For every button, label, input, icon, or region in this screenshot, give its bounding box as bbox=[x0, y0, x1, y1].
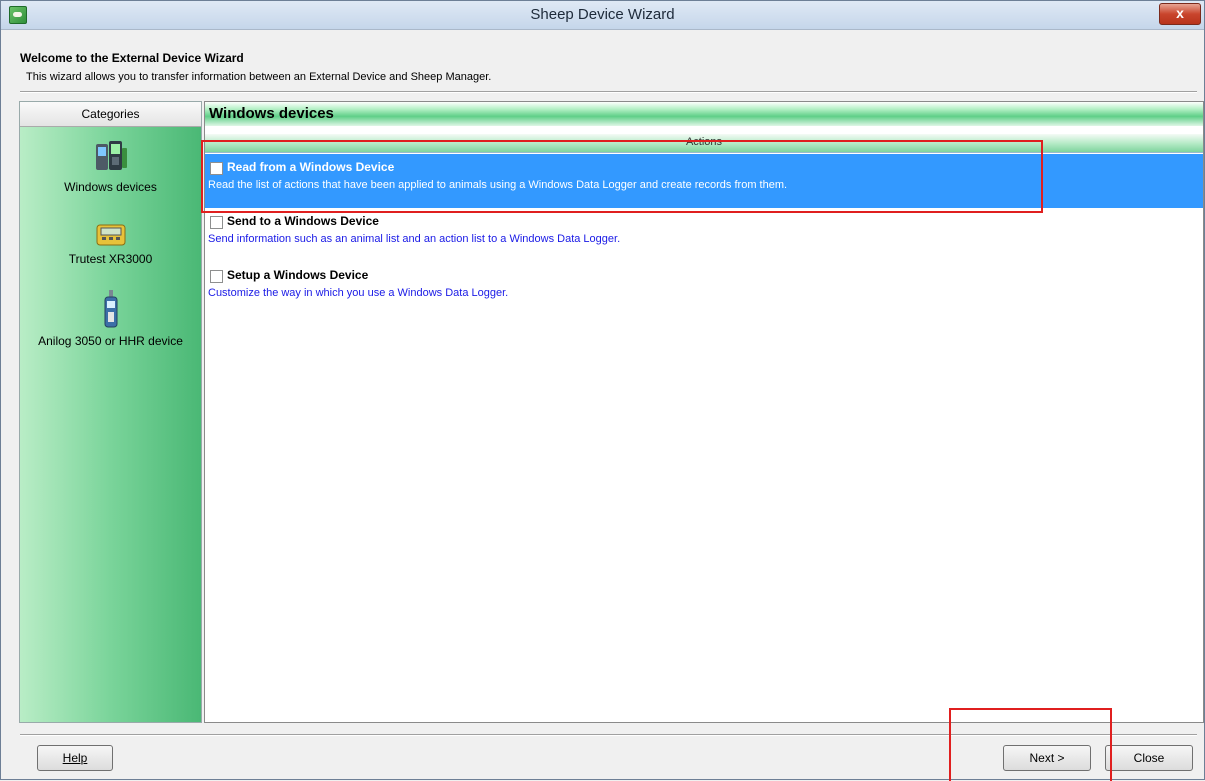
action-title: Setup a Windows Device bbox=[227, 268, 369, 282]
action-checkbox[interactable] bbox=[210, 270, 223, 283]
action-setup-windows-device[interactable]: Setup a Windows Device Customize the way… bbox=[205, 262, 1203, 316]
help-label: Help bbox=[62, 751, 88, 765]
window-title: Sheep Device Wizard bbox=[530, 6, 675, 23]
panel-title: Windows devices bbox=[205, 102, 1203, 126]
action-send-windows-device[interactable]: Send to a Windows Device Send informatio… bbox=[205, 208, 1203, 262]
category-label: Windows devices bbox=[64, 180, 157, 194]
wizard-header: Welcome to the External Device Wizard Th… bbox=[1, 29, 1204, 89]
action-title: Send to a Windows Device bbox=[227, 214, 379, 228]
close-button[interactable]: Close bbox=[1105, 745, 1193, 771]
window-close-button[interactable]: x bbox=[1159, 3, 1201, 25]
category-trutest-xr3000[interactable]: Trutest XR3000 bbox=[20, 224, 201, 266]
handheld-reader-icon bbox=[104, 290, 117, 328]
action-description: Send information such as an animal list … bbox=[208, 233, 621, 245]
wizard-window: Sheep Device Wizard x Welcome to the Ext… bbox=[0, 0, 1205, 781]
header-divider bbox=[20, 91, 1197, 93]
handheld-devices-icon bbox=[95, 141, 127, 170]
category-label: Trutest XR3000 bbox=[68, 252, 153, 266]
category-label: Anilog 3050 or HHR device bbox=[38, 334, 183, 348]
categories-heading: Categories bbox=[20, 102, 201, 127]
category-windows-devices[interactable]: Windows devices bbox=[20, 138, 201, 194]
scale-indicator-icon bbox=[96, 224, 125, 246]
title-bar[interactable]: Sheep Device Wizard x bbox=[1, 1, 1204, 30]
action-checkbox[interactable] bbox=[210, 216, 223, 229]
action-description: Customize the way in which you use a Win… bbox=[208, 287, 509, 299]
category-anilog-hhr[interactable]: Anilog 3050 or HHR device bbox=[20, 290, 201, 348]
highlight-next-button bbox=[949, 708, 1112, 781]
categories-sidebar: Categories Windows devices Trutest XR300… bbox=[19, 101, 202, 723]
help-button[interactable]: Help bbox=[37, 745, 113, 771]
welcome-title: Welcome to the External Device Wizard bbox=[20, 51, 244, 65]
highlight-read-action bbox=[201, 140, 1043, 213]
welcome-description: This wizard allows you to transfer infor… bbox=[26, 71, 492, 83]
